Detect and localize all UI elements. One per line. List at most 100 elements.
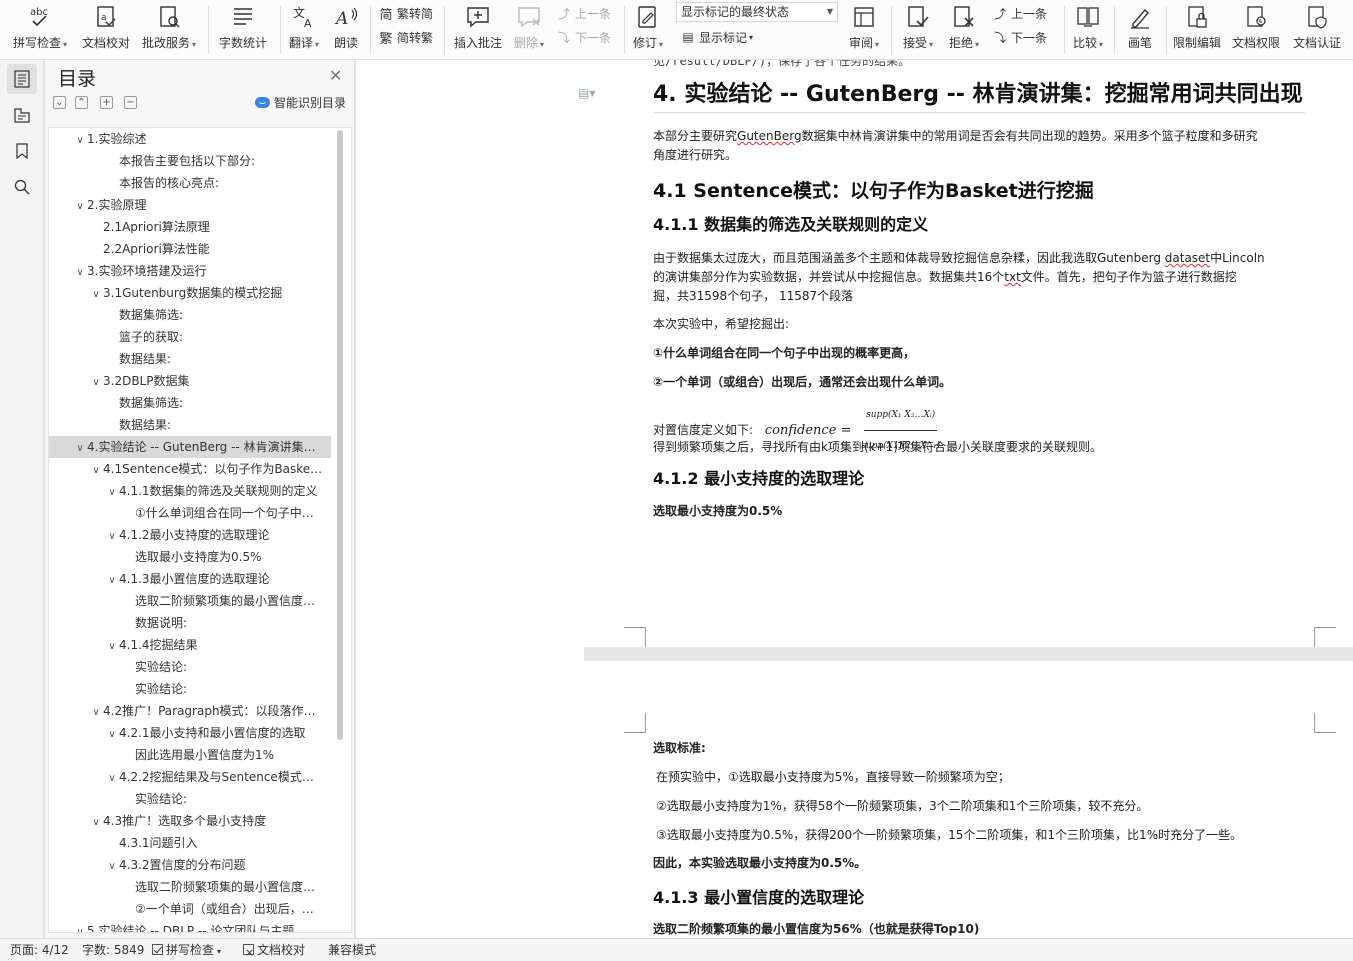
toc-scrollbar[interactable] (337, 130, 343, 740)
remove-level-icon[interactable]: − (124, 96, 137, 109)
doc-auth-button[interactable]: 文档认证 (1288, 0, 1346, 60)
page-indicator[interactable]: 页面: 4/12 (10, 939, 69, 961)
add-level-icon[interactable]: + (100, 96, 113, 109)
chevron-down-icon[interactable]: ∨ (73, 262, 87, 282)
prev-change-button[interactable]: ⤴ 上一条 (992, 3, 1047, 23)
toc-item[interactable]: 4.3.1问题引入 (49, 832, 331, 854)
toc-item[interactable]: ∨ 3.2DBLP数据集 (49, 370, 331, 392)
toc-item[interactable]: ∨ 2.实验原理 (49, 194, 331, 216)
chevron-down-icon[interactable]: ∨ (73, 130, 87, 150)
toc-item[interactable]: ①什么单词组合在同一个句子中出现的概率更高 (49, 502, 331, 524)
navigation-panel-button[interactable] (7, 100, 37, 130)
bookmark-panel-button[interactable] (7, 136, 37, 166)
read-aloud-button[interactable]: A 朗读 (328, 0, 364, 60)
chevron-down-icon[interactable]: ∨ (105, 482, 119, 502)
toc-item[interactable]: 2.2Apriori算法性能 (49, 238, 331, 260)
toc-icon (14, 70, 30, 88)
toc-item[interactable]: 本报告的核心亮点: (49, 172, 331, 194)
toc-item[interactable]: ∨ 5.实验结论 -- DBLP -- 论文团队与主题 (49, 920, 331, 932)
toc-item[interactable]: ∨ 4.3推广！选取多个最小支持度 (49, 810, 331, 832)
to-traditional-button[interactable]: 繁简转繁 (378, 27, 433, 47)
toc-item[interactable]: 本报告主要包括以下部分: (49, 150, 331, 172)
chevron-down-icon[interactable]: ∨ (73, 922, 87, 932)
collapse-all-icon[interactable]: ⌄ (53, 96, 66, 109)
status-spell-check[interactable]: 拼写检查 ▾ (152, 939, 221, 961)
toc-item[interactable]: 因此选用最小置信度为1% (49, 744, 331, 766)
revise-button[interactable]: 修订 ▾ (628, 0, 668, 60)
reject-button[interactable]: 拒绝 ▾ (944, 0, 984, 60)
toolbar-divider (444, 6, 445, 54)
chevron-down-icon[interactable]: ∨ (73, 438, 87, 458)
toc-item[interactable]: ∨ 4.1.3最小置信度的选取理论 (49, 568, 331, 590)
toc-item[interactable]: ∨ 4.2.2挖掘结果及与Sentence模式的对比 (49, 766, 331, 788)
toc-item[interactable]: 实验结论: (49, 788, 331, 810)
chevron-down-icon[interactable]: ∨ (89, 372, 103, 392)
paragraph-layout-icon[interactable]: ▤▾ (578, 86, 595, 100)
next-change-button[interactable]: ⤵ 下一条 (992, 27, 1047, 47)
compare-button[interactable]: 比较 ▾ (1068, 0, 1108, 60)
toc-item[interactable]: ∨ 4.1.2最小支持度的选取理论 (49, 524, 331, 546)
chevron-down-icon[interactable]: ∨ (89, 812, 103, 832)
toc-item[interactable]: 选取最小支持度为0.5% (49, 546, 331, 568)
spell-check-button[interactable]: abc 拼写检查 ▾ (8, 0, 72, 60)
toc-item[interactable]: 选取二阶频繁项集的最小置信度为56% (49, 876, 331, 898)
chevron-down-icon[interactable]: ∨ (105, 636, 119, 656)
doc-proof-button[interactable]: a 文档校对 (78, 0, 134, 60)
chevron-down-icon[interactable]: ∨ (105, 526, 119, 546)
show-markup-button[interactable]: ▤ 显示标记 ▾ (680, 27, 753, 47)
search-panel-button[interactable] (7, 172, 37, 202)
toc-item[interactable]: 数据说明: (49, 612, 331, 634)
markup-state-select[interactable]: 显示标记的最终状态 ▼ (676, 2, 838, 22)
toc-item[interactable]: ∨ 4.2.1最小支持和最小置信度的选取 (49, 722, 331, 744)
chevron-down-icon[interactable]: ∨ (73, 196, 87, 216)
word-count-indicator[interactable]: 字数: 5849 (82, 939, 144, 961)
toc-item[interactable]: 篮子的获取: (49, 326, 331, 348)
toc-item[interactable]: 数据结果: (49, 414, 331, 436)
toc-item[interactable]: 数据结果: (49, 348, 331, 370)
toc-item[interactable]: ∨4.实验结论 -- GutenBerg -- 林肯演讲集：挖掘常用词共同出现 (49, 436, 331, 458)
toc-item[interactable]: ②一个单词（或组合）出现后，通常还会出现什么单词 (49, 898, 331, 920)
accept-button[interactable]: 接受 ▾ (898, 0, 938, 60)
word-count-button[interactable]: 字数统计 (214, 0, 272, 60)
pen-button[interactable]: 画笔 (1120, 0, 1160, 60)
chevron-down-icon[interactable]: ∨ (105, 856, 119, 876)
translate-button[interactable]: 文A 翻译 ▾ (284, 0, 324, 60)
toc-item[interactable]: ∨4.2推广！Paragraph模式：以段落作为Basket进行挖掘 (49, 700, 331, 722)
toolbar-divider (280, 6, 281, 54)
chevron-down-icon[interactable]: ∨ (89, 460, 103, 480)
chevron-down-icon[interactable]: ∨ (105, 570, 119, 590)
chevron-down-icon[interactable]: ∨ (105, 724, 119, 744)
doc-permission-button[interactable]: 文档权限 (1228, 0, 1284, 60)
toc-item[interactable]: 实验结论: (49, 678, 331, 700)
insert-comment-button[interactable]: 插入批注 (450, 0, 506, 60)
restrict-edit-button[interactable]: 限制编辑 (1170, 0, 1224, 60)
toc-item[interactable]: 数据集筛选: (49, 392, 331, 414)
chevron-down-icon[interactable]: ∨ (89, 284, 103, 304)
chevron-down-icon[interactable]: ∨ (89, 702, 103, 722)
toc-item[interactable]: 2.1Apriori算法原理 (49, 216, 331, 238)
close-icon[interactable]: ✕ (329, 66, 342, 85)
toc-item[interactable]: ∨4.1Sentence模式：以句子作为Basket进行挖掘 (49, 458, 331, 480)
smart-toc-button[interactable]: 智能识别目录 (255, 94, 346, 111)
to-simplified-button[interactable]: 简繁转简 (378, 3, 433, 23)
chevron-down-icon[interactable]: ∨ (105, 768, 119, 788)
toc-item[interactable]: 选取二阶频繁项集的最小置信度为56% (49, 590, 331, 612)
batch-service-button[interactable]: 批改服务 ▾ (138, 0, 200, 60)
toc-item[interactable]: ∨ 4.1.4挖掘结果 (49, 634, 331, 656)
toc-item[interactable]: ∨ 3.1Gutenburg数据集的模式挖掘 (49, 282, 331, 304)
review-button[interactable]: 审阅 ▾ (845, 0, 883, 60)
delete-comment-button[interactable]: 删除 ▾ (510, 0, 548, 60)
toc-item[interactable]: 实验结论: (49, 656, 331, 678)
status-doc-proof[interactable]: 文档校对 (243, 939, 305, 961)
next-comment-button[interactable]: ⤵ 下一条 (556, 27, 611, 47)
expand-up-icon[interactable]: ⌃ (75, 96, 88, 109)
toc-item[interactable]: ∨ 3.实验环境搭建及运行 (49, 260, 331, 282)
toc-item[interactable]: ∨ 1.实验综述 (49, 128, 331, 150)
toc-item[interactable]: ∨ 4.1.1数据集的筛选及关联规则的定义 (49, 480, 331, 502)
toc-item[interactable]: ∨ 4.3.2置信度的分布问题 (49, 854, 331, 876)
prev-comment-button[interactable]: ⤴ 上一条 (556, 3, 611, 23)
toc-item[interactable]: 数据集筛选: (49, 304, 331, 326)
toc-panel: 目录 ✕ ⌄ ⌃ + − 智能识别目录 ∨ 1.实验综述 本报告主要包括以下部分: 本… (45, 60, 355, 938)
toolbar-divider (1114, 6, 1115, 54)
toc-panel-button[interactable] (7, 64, 37, 94)
